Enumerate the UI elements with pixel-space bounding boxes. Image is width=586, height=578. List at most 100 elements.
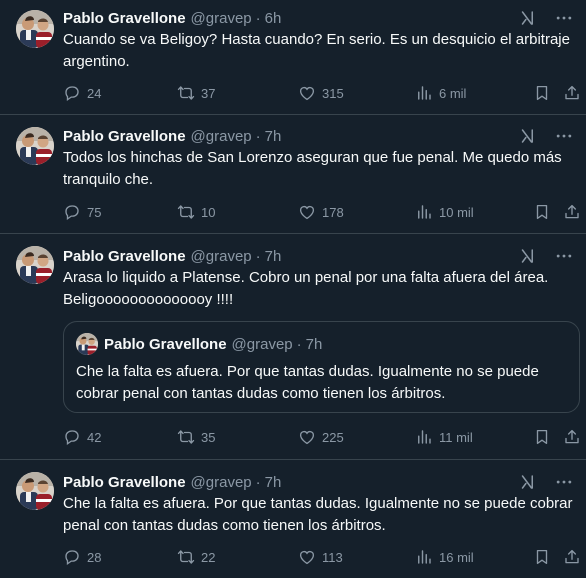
bookmark-button[interactable]: [533, 203, 557, 221]
bookmark-icon: [533, 84, 557, 102]
reply-button[interactable]: 24: [63, 84, 101, 102]
tweet-actions: 28 22 113 16 mil: [63, 547, 580, 567]
bookmark-icon: [533, 548, 557, 566]
separator: ·: [255, 473, 261, 491]
reply-button[interactable]: 28: [63, 548, 101, 566]
grok-icon[interactable]: [518, 472, 536, 492]
reply-icon: [63, 548, 87, 566]
tweet-header: Pablo Gravellone @gravep · 7h: [63, 246, 576, 266]
timestamp[interactable]: 7h: [265, 128, 282, 145]
reply-icon: [63, 203, 87, 221]
reply-button[interactable]: 42: [63, 428, 101, 446]
retweet-icon: [177, 548, 201, 566]
reply-icon: [63, 428, 87, 446]
quoted-tweet-header: Pablo Gravellone @gravep · 7h: [76, 333, 567, 355]
quoted-timestamp: 7h: [305, 335, 323, 353]
avatar[interactable]: [16, 246, 54, 284]
author-handle[interactable]: @gravep: [191, 128, 252, 145]
reply-count: 24: [87, 85, 102, 101]
views-button[interactable]: 10 mil: [415, 203, 474, 221]
quoted-author-name: Pablo Gravellone: [104, 335, 227, 353]
reply-count: 28: [87, 549, 102, 565]
views-icon: [415, 84, 439, 102]
author-name[interactable]: Pablo Gravellone: [63, 10, 186, 27]
retweet-count: 22: [201, 549, 216, 565]
grok-icon[interactable]: [518, 126, 536, 146]
like-icon: [298, 203, 322, 221]
retweet-count: 37: [201, 85, 216, 101]
retweet-button[interactable]: 22: [177, 548, 215, 566]
reply-button[interactable]: 75: [63, 203, 101, 221]
tweet-actions: 42 35 225 11 mil: [63, 427, 580, 447]
like-button[interactable]: 178: [298, 203, 344, 221]
timestamp[interactable]: 6h: [265, 10, 282, 27]
views-icon: [415, 428, 439, 446]
more-icon[interactable]: [554, 472, 574, 492]
like-button[interactable]: 225: [298, 428, 344, 446]
author-handle[interactable]: @gravep: [191, 474, 252, 491]
more-icon[interactable]: [554, 246, 574, 266]
avatar[interactable]: [16, 472, 54, 510]
bookmark-icon: [533, 428, 557, 446]
quoted-tweet-text: Che la falta es afuera. Por que tantas d…: [76, 363, 539, 402]
avatar: [76, 333, 98, 355]
retweet-button[interactable]: 37: [177, 84, 215, 102]
tweet[interactable]: Pablo Gravellone @gravep · 7h Todos los …: [0, 115, 586, 234]
reply-count: 42: [87, 429, 102, 445]
more-icon[interactable]: [554, 126, 574, 146]
views-icon: [415, 548, 439, 566]
retweet-icon: [177, 428, 201, 446]
quoted-tweet[interactable]: Pablo Gravellone @gravep · 7h Che la fal…: [63, 321, 580, 413]
views-button[interactable]: 6 mil: [415, 84, 466, 102]
retweet-button[interactable]: 35: [177, 428, 215, 446]
tweet-text: Arasa lo liquido a Platense. Cobro un pe…: [63, 269, 549, 308]
timeline-feed: Pablo Gravellone @gravep · 6h Cuando se …: [0, 0, 586, 578]
tweet[interactable]: Pablo Gravellone @gravep · 6h Cuando se …: [0, 0, 586, 115]
like-icon: [298, 428, 322, 446]
tweet-header: Pablo Gravellone @gravep · 7h: [63, 472, 576, 492]
author-name[interactable]: Pablo Gravellone: [63, 474, 186, 491]
retweet-icon: [177, 84, 201, 102]
more-icon[interactable]: [554, 8, 574, 28]
tweet-header: Pablo Gravellone @gravep · 6h: [63, 8, 576, 28]
avatar[interactable]: [16, 10, 54, 48]
tweet[interactable]: Pablo Gravellone @gravep · 7h Arasa lo l…: [0, 234, 586, 460]
tweet[interactable]: Pablo Gravellone @gravep · 7h Che la fal…: [0, 460, 586, 578]
avatar[interactable]: [16, 127, 54, 165]
views-count: 6 mil: [439, 85, 467, 101]
like-button[interactable]: 113: [298, 548, 343, 566]
share-icon: [563, 548, 586, 566]
retweet-count: 35: [201, 429, 216, 445]
share-button[interactable]: [563, 203, 586, 221]
retweet-button[interactable]: 10: [177, 203, 215, 221]
tweet-text: Cuando se va Beligoy? Hasta cuando? En s…: [63, 31, 570, 70]
like-count: 113: [322, 549, 343, 565]
share-icon: [563, 84, 586, 102]
grok-icon[interactable]: [518, 246, 536, 266]
separator: ·: [255, 9, 261, 27]
author-name[interactable]: Pablo Gravellone: [63, 248, 186, 265]
bookmark-button[interactable]: [533, 548, 557, 566]
like-button[interactable]: 315: [298, 84, 344, 102]
separator: ·: [255, 127, 261, 145]
timestamp[interactable]: 7h: [265, 248, 282, 265]
share-button[interactable]: [563, 428, 586, 446]
author-handle[interactable]: @gravep: [191, 10, 252, 27]
bookmark-button[interactable]: [533, 428, 557, 446]
views-count: 10 mil: [439, 204, 474, 220]
like-count: 315: [322, 85, 344, 101]
share-button[interactable]: [563, 548, 586, 566]
views-button[interactable]: 16 mil: [415, 548, 474, 566]
bookmark-button[interactable]: [533, 84, 557, 102]
share-icon: [563, 203, 586, 221]
views-button[interactable]: 11 mil: [415, 428, 473, 446]
author-name[interactable]: Pablo Gravellone: [63, 128, 186, 145]
grok-icon[interactable]: [518, 8, 536, 28]
retweet-icon: [177, 203, 201, 221]
retweet-count: 10: [201, 204, 216, 220]
timestamp[interactable]: 7h: [265, 474, 282, 491]
like-icon: [298, 548, 322, 566]
tweet-text: Todos los hinchas de San Lorenzo asegura…: [63, 149, 562, 188]
author-handle[interactable]: @gravep: [191, 248, 252, 265]
share-button[interactable]: [563, 84, 586, 102]
